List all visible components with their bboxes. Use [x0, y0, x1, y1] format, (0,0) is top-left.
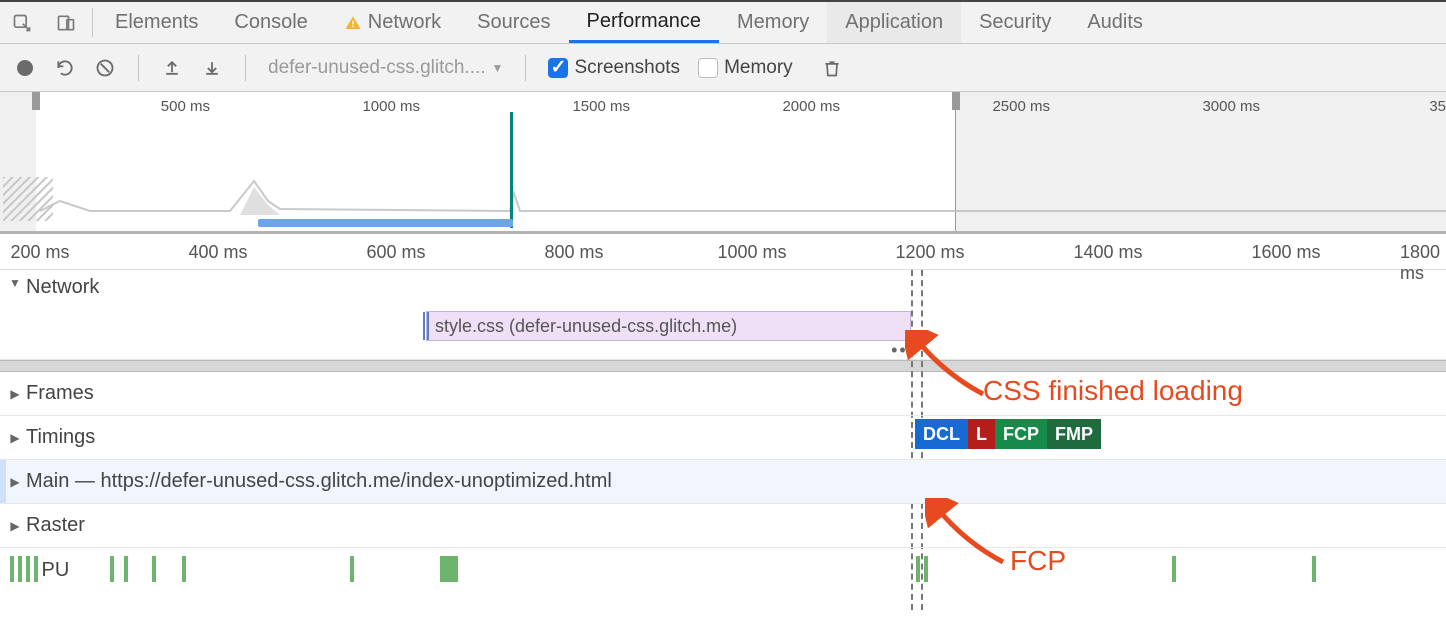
- track-timings-label: Timings: [26, 426, 95, 449]
- annotation-fcp-label: FCP: [1010, 545, 1066, 577]
- overview-timeline[interactable]: 500 ms 1000 ms 1500 ms 2000 ms 2500 ms 3…: [0, 92, 1446, 234]
- separator: [92, 8, 93, 37]
- save-profile-button[interactable]: [201, 57, 223, 79]
- badge-load[interactable]: L: [968, 419, 995, 449]
- overview-tick: 3000 ms: [1202, 98, 1260, 115]
- ruler-tick: 200 ms: [10, 242, 69, 263]
- tab-application[interactable]: Application: [827, 2, 961, 43]
- track-raster-label: Raster: [26, 514, 85, 537]
- overview-tick-labels: 500 ms 1000 ms 1500 ms 2000 ms 2500 ms 3…: [0, 98, 1446, 116]
- badge-fcp[interactable]: FCP: [995, 419, 1047, 449]
- badge-dcl[interactable]: DCL: [915, 419, 968, 449]
- separator: [525, 55, 526, 81]
- load-profile-button[interactable]: [161, 57, 183, 79]
- annotation-css-label: CSS finished loading: [983, 375, 1243, 407]
- cpu-utilization: [0, 171, 1446, 217]
- overview-tick: 1500 ms: [572, 98, 630, 115]
- tab-performance[interactable]: Performance: [569, 2, 720, 43]
- gc-button[interactable]: [821, 57, 843, 79]
- overview-network-strip: [258, 219, 513, 227]
- track-overflow-icon[interactable]: •••: [891, 340, 916, 361]
- timing-badges: DCL L FCP FMP: [915, 419, 1101, 449]
- track-timings[interactable]: ▶ Timings DCL L FCP FMP: [0, 416, 1446, 460]
- performance-toolbar: defer-unused-css.glitch.... ▼ ✓ Screensh…: [0, 44, 1446, 92]
- separator: [245, 55, 246, 81]
- tab-console[interactable]: Console: [216, 2, 325, 43]
- expand-icon[interactable]: ▶: [8, 475, 22, 489]
- request-queued-segment: [423, 312, 429, 340]
- tab-sources[interactable]: Sources: [459, 2, 568, 43]
- ruler-tick: 1000 ms: [717, 242, 786, 263]
- track-network-label: Network: [26, 276, 99, 299]
- track-gpu[interactable]: ▶ GPU: [0, 548, 1446, 592]
- badge-fmp[interactable]: FMP: [1047, 419, 1101, 449]
- main-highlight: [0, 460, 6, 503]
- track-main-label: Main — https://defer-unused-css.glitch.m…: [26, 470, 612, 493]
- ruler-tick: 600 ms: [366, 242, 425, 263]
- clear-button[interactable]: [94, 57, 116, 79]
- network-request-label: style.css (defer-unused-css.glitch.me): [435, 316, 737, 337]
- expand-icon[interactable]: ▶: [8, 519, 22, 533]
- overview-tick: 1000 ms: [362, 98, 420, 115]
- ruler-tick: 1600 ms: [1251, 242, 1320, 263]
- recording-selector-label: defer-unused-css.glitch....: [268, 57, 486, 79]
- tab-network[interactable]: Network: [326, 2, 459, 43]
- track-network[interactable]: ▼ Network style.css (defer-unused-css.gl…: [0, 270, 1446, 360]
- overview-tick: 35: [1429, 98, 1446, 115]
- chevron-down-icon: ▼: [492, 61, 504, 75]
- overview-tick: 2000 ms: [782, 98, 840, 115]
- ruler-tick: 1200 ms: [895, 242, 964, 263]
- overview-tick: 2500 ms: [992, 98, 1050, 115]
- screenshots-checkbox[interactable]: ✓ Screenshots: [548, 57, 680, 79]
- overview-fcp-marker: [510, 112, 513, 228]
- separator: [138, 55, 139, 81]
- detail-ruler[interactable]: 200 ms 400 ms 600 ms 800 ms 1000 ms 1200…: [0, 234, 1446, 270]
- track-main[interactable]: ▶ Main — https://defer-unused-css.glitch…: [0, 460, 1446, 504]
- inspect-icon[interactable]: [0, 2, 44, 43]
- memory-checkbox[interactable]: Memory: [698, 57, 793, 79]
- collapse-icon[interactable]: ▼: [8, 276, 22, 290]
- ruler-tick: 800 ms: [544, 242, 603, 263]
- expand-icon[interactable]: ▶: [8, 431, 22, 445]
- track-frames-label: Frames: [26, 382, 94, 405]
- tab-security[interactable]: Security: [961, 2, 1069, 43]
- memory-label: Memory: [724, 57, 793, 79]
- recording-selector[interactable]: defer-unused-css.glitch.... ▼: [268, 57, 503, 79]
- tracks-separator[interactable]: [0, 360, 1446, 372]
- reload-button[interactable]: [54, 57, 76, 79]
- warning-icon: [344, 14, 362, 32]
- screenshots-label: Screenshots: [574, 57, 680, 79]
- tab-elements[interactable]: Elements: [97, 2, 216, 43]
- device-toggle-icon[interactable]: [44, 2, 88, 43]
- checkbox-checked-icon: ✓: [548, 58, 568, 78]
- ruler-tick: 1400 ms: [1073, 242, 1142, 263]
- network-request-bar[interactable]: style.css (defer-unused-css.glitch.me): [426, 311, 911, 341]
- devtools-tabbar: Elements Console Network Sources Perform…: [0, 0, 1446, 44]
- tracks-area: ▼ Network style.css (defer-unused-css.gl…: [0, 270, 1446, 592]
- tab-network-label: Network: [368, 11, 441, 34]
- expand-icon[interactable]: ▶: [8, 387, 22, 401]
- ruler-tick: 400 ms: [188, 242, 247, 263]
- checkbox-unchecked-icon: [698, 58, 718, 78]
- gpu-activity-ticks: [0, 556, 1446, 584]
- overview-tick: 500 ms: [161, 98, 210, 115]
- track-raster[interactable]: ▶ Raster: [0, 504, 1446, 548]
- record-button[interactable]: [14, 57, 36, 79]
- tab-audits[interactable]: Audits: [1069, 2, 1161, 43]
- tab-memory[interactable]: Memory: [719, 2, 827, 43]
